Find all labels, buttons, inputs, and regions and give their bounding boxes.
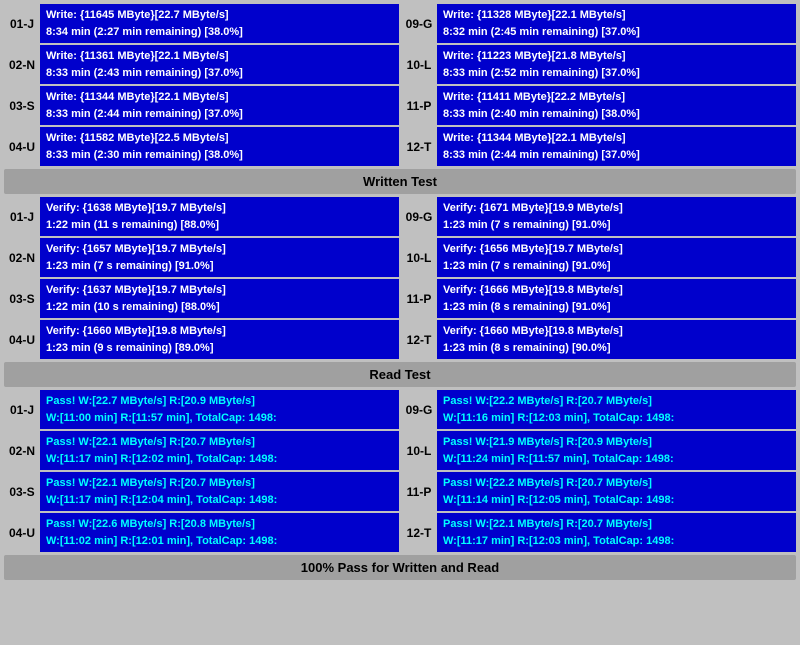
read-id-09G: 09-G <box>401 390 437 429</box>
verify-id-11P: 11-P <box>401 279 437 318</box>
write-left-col: 01-J Write: {11645 MByte}[22.7 MByte/s] … <box>4 4 399 166</box>
read-content-11P: Pass! W:[22.2 MByte/s] R:[20.7 MByte/s] … <box>437 472 796 511</box>
verify-content-01J: Verify: {1638 MByte}[19.7 MByte/s] 1:22 … <box>40 197 399 236</box>
verify-cell-03S: 03-S Verify: {1637 MByte}[19.7 MByte/s] … <box>4 279 399 318</box>
read-content-02N: Pass! W:[22.1 MByte/s] R:[20.7 MByte/s] … <box>40 431 399 470</box>
verify-cell-09G: 09-G Verify: {1671 MByte}[19.9 MByte/s] … <box>401 197 796 236</box>
id-12T: 12-T <box>401 127 437 166</box>
verify-content-10L: Verify: {1656 MByte}[19.7 MByte/s] 1:23 … <box>437 238 796 277</box>
id-03S: 03-S <box>4 86 40 125</box>
read-id-11P: 11-P <box>401 472 437 511</box>
read-cell-02N: 02-N Pass! W:[22.1 MByte/s] R:[20.7 MByt… <box>4 431 399 470</box>
read-id-03S: 03-S <box>4 472 40 511</box>
verify-content-02N: Verify: {1657 MByte}[19.7 MByte/s] 1:23 … <box>40 238 399 277</box>
id-01J: 01-J <box>4 4 40 43</box>
write-content-11P: Write: {11411 MByte}[22.2 MByte/s] 8:33 … <box>437 86 796 125</box>
write-cell-02N: 02-N Write: {11361 MByte}[22.1 MByte/s] … <box>4 45 399 84</box>
write-content-04U: Write: {11582 MByte}[22.5 MByte/s] 8:33 … <box>40 127 399 166</box>
write-content-03S: Write: {11344 MByte}[22.1 MByte/s] 8:33 … <box>40 86 399 125</box>
verify-section: 01-J Verify: {1638 MByte}[19.7 MByte/s] … <box>4 197 796 359</box>
write-content-02N: Write: {11361 MByte}[22.1 MByte/s] 8:33 … <box>40 45 399 84</box>
read-test-header: Read Test <box>4 362 796 387</box>
read-id-02N: 02-N <box>4 431 40 470</box>
write-grid: 01-J Write: {11645 MByte}[22.7 MByte/s] … <box>4 4 796 166</box>
read-id-01J: 01-J <box>4 390 40 429</box>
read-grid: 01-J Pass! W:[22.7 MByte/s] R:[20.9 MByt… <box>4 390 796 552</box>
id-02N: 02-N <box>4 45 40 84</box>
write-cell-12T: 12-T Write: {11344 MByte}[22.1 MByte/s] … <box>401 127 796 166</box>
write-cell-09G: 09-G Write: {11328 MByte}[22.1 MByte/s] … <box>401 4 796 43</box>
footer-status: 100% Pass for Written and Read <box>4 555 796 580</box>
read-content-10L: Pass! W:[21.9 MByte/s] R:[20.9 MByte/s] … <box>437 431 796 470</box>
read-cell-09G: 09-G Pass! W:[22.2 MByte/s] R:[20.7 MByt… <box>401 390 796 429</box>
verify-id-02N: 02-N <box>4 238 40 277</box>
verify-content-12T: Verify: {1660 MByte}[19.8 MByte/s] 1:23 … <box>437 320 796 359</box>
write-cell-11P: 11-P Write: {11411 MByte}[22.2 MByte/s] … <box>401 86 796 125</box>
verify-content-09G: Verify: {1671 MByte}[19.9 MByte/s] 1:23 … <box>437 197 796 236</box>
write-cell-01J: 01-J Write: {11645 MByte}[22.7 MByte/s] … <box>4 4 399 43</box>
id-09G: 09-G <box>401 4 437 43</box>
read-cell-11P: 11-P Pass! W:[22.2 MByte/s] R:[20.7 MByt… <box>401 472 796 511</box>
read-cell-03S: 03-S Pass! W:[22.1 MByte/s] R:[20.7 MByt… <box>4 472 399 511</box>
verify-cell-04U: 04-U Verify: {1660 MByte}[19.8 MByte/s] … <box>4 320 399 359</box>
write-cell-04U: 04-U Write: {11582 MByte}[22.5 MByte/s] … <box>4 127 399 166</box>
write-section: 01-J Write: {11645 MByte}[22.7 MByte/s] … <box>4 4 796 166</box>
read-cell-12T: 12-T Pass! W:[22.1 MByte/s] R:[20.7 MByt… <box>401 513 796 552</box>
read-section: 01-J Pass! W:[22.7 MByte/s] R:[20.9 MByt… <box>4 390 796 552</box>
main-container: 01-J Write: {11645 MByte}[22.7 MByte/s] … <box>0 0 800 584</box>
read-content-12T: Pass! W:[22.1 MByte/s] R:[20.7 MByte/s] … <box>437 513 796 552</box>
read-content-01J: Pass! W:[22.7 MByte/s] R:[20.9 MByte/s] … <box>40 390 399 429</box>
verify-id-04U: 04-U <box>4 320 40 359</box>
id-04U: 04-U <box>4 127 40 166</box>
verify-id-10L: 10-L <box>401 238 437 277</box>
verify-id-09G: 09-G <box>401 197 437 236</box>
verify-content-11P: Verify: {1666 MByte}[19.8 MByte/s] 1:23 … <box>437 279 796 318</box>
write-content-09G: Write: {11328 MByte}[22.1 MByte/s] 8:32 … <box>437 4 796 43</box>
read-cell-10L: 10-L Pass! W:[21.9 MByte/s] R:[20.9 MByt… <box>401 431 796 470</box>
verify-cell-02N: 02-N Verify: {1657 MByte}[19.7 MByte/s] … <box>4 238 399 277</box>
verify-content-04U: Verify: {1660 MByte}[19.8 MByte/s] 1:23 … <box>40 320 399 359</box>
verify-id-12T: 12-T <box>401 320 437 359</box>
written-test-header: Written Test <box>4 169 796 194</box>
verify-left-col: 01-J Verify: {1638 MByte}[19.7 MByte/s] … <box>4 197 399 359</box>
verify-id-03S: 03-S <box>4 279 40 318</box>
verify-right-col: 09-G Verify: {1671 MByte}[19.9 MByte/s] … <box>401 197 796 359</box>
verify-cell-11P: 11-P Verify: {1666 MByte}[19.8 MByte/s] … <box>401 279 796 318</box>
verify-cell-01J: 01-J Verify: {1638 MByte}[19.7 MByte/s] … <box>4 197 399 236</box>
read-id-10L: 10-L <box>401 431 437 470</box>
read-content-04U: Pass! W:[22.6 MByte/s] R:[20.8 MByte/s] … <box>40 513 399 552</box>
write-content-10L: Write: {11223 MByte}[21.8 MByte/s] 8:33 … <box>437 45 796 84</box>
write-cell-10L: 10-L Write: {11223 MByte}[21.8 MByte/s] … <box>401 45 796 84</box>
verify-cell-10L: 10-L Verify: {1656 MByte}[19.7 MByte/s] … <box>401 238 796 277</box>
write-cell-03S: 03-S Write: {11344 MByte}[22.1 MByte/s] … <box>4 86 399 125</box>
write-content-01J: Write: {11645 MByte}[22.7 MByte/s] 8:34 … <box>40 4 399 43</box>
read-right-col: 09-G Pass! W:[22.2 MByte/s] R:[20.7 MByt… <box>401 390 796 552</box>
id-11P: 11-P <box>401 86 437 125</box>
write-content-12T: Write: {11344 MByte}[22.1 MByte/s] 8:33 … <box>437 127 796 166</box>
read-left-col: 01-J Pass! W:[22.7 MByte/s] R:[20.9 MByt… <box>4 390 399 552</box>
write-right-col: 09-G Write: {11328 MByte}[22.1 MByte/s] … <box>401 4 796 166</box>
verify-content-03S: Verify: {1637 MByte}[19.7 MByte/s] 1:22 … <box>40 279 399 318</box>
read-cell-01J: 01-J Pass! W:[22.7 MByte/s] R:[20.9 MByt… <box>4 390 399 429</box>
read-id-04U: 04-U <box>4 513 40 552</box>
verify-grid: 01-J Verify: {1638 MByte}[19.7 MByte/s] … <box>4 197 796 359</box>
id-10L: 10-L <box>401 45 437 84</box>
read-cell-04U: 04-U Pass! W:[22.6 MByte/s] R:[20.8 MByt… <box>4 513 399 552</box>
read-content-09G: Pass! W:[22.2 MByte/s] R:[20.7 MByte/s] … <box>437 390 796 429</box>
verify-id-01J: 01-J <box>4 197 40 236</box>
read-content-03S: Pass! W:[22.1 MByte/s] R:[20.7 MByte/s] … <box>40 472 399 511</box>
read-id-12T: 12-T <box>401 513 437 552</box>
verify-cell-12T: 12-T Verify: {1660 MByte}[19.8 MByte/s] … <box>401 320 796 359</box>
